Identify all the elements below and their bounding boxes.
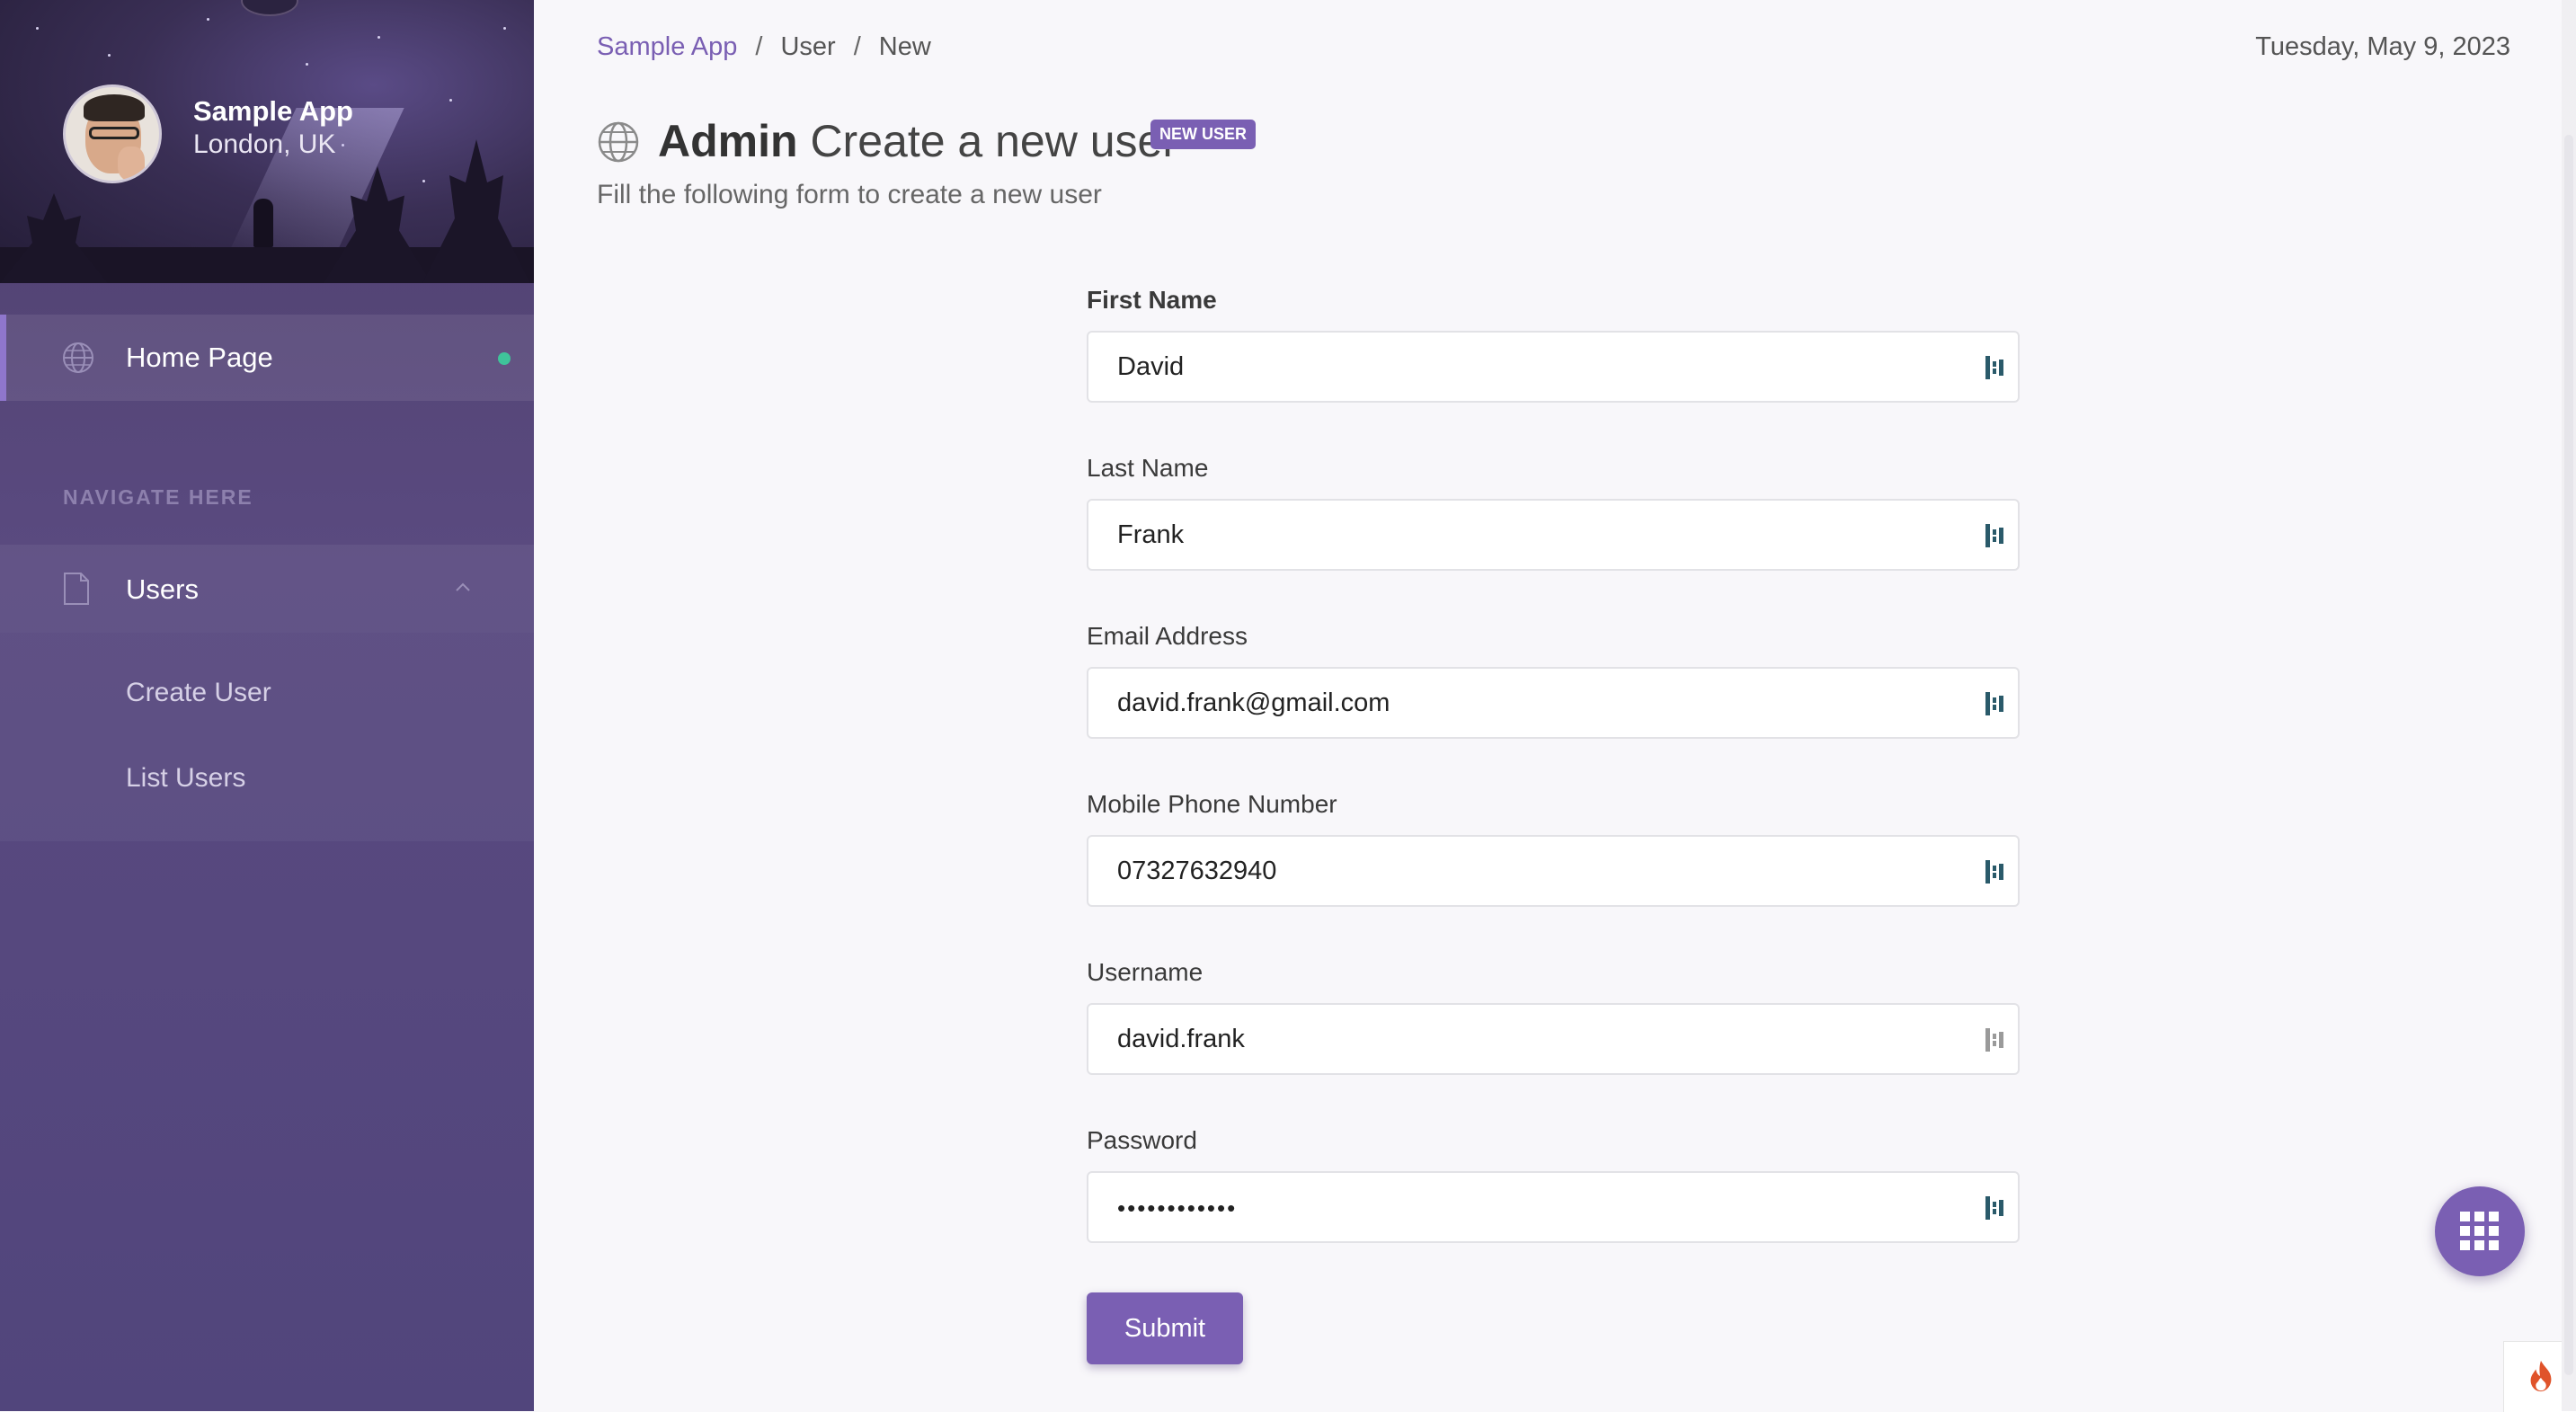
globe-icon <box>63 342 93 373</box>
input-value: david.frank <box>1117 1025 1245 1053</box>
sidebar-item-home[interactable]: Home Page <box>0 315 534 401</box>
last-name-field: Last Name Frank <box>1087 454 2020 571</box>
input-value: Frank <box>1117 520 1185 549</box>
document-icon <box>64 573 89 605</box>
password-manager-icon[interactable] <box>1984 522 2007 549</box>
grid-menu-icon <box>2460 1212 2499 1250</box>
users-submenu: Create User List Users <box>0 633 534 841</box>
sidebar-item-list-users[interactable]: List Users <box>126 763 245 794</box>
avatar[interactable] <box>63 84 162 183</box>
field-label: Username <box>1087 958 1204 986</box>
sidebar-item-create-user[interactable]: Create User <box>126 678 271 708</box>
sidebar-header: Sample App London, UK <box>0 0 534 283</box>
field-label: Mobile Phone Number <box>1087 790 1337 818</box>
current-date: Tuesday, May 9, 2023 <box>2255 32 2510 61</box>
first-name-input[interactable]: David <box>1087 331 2020 403</box>
title-rest: Create a new user <box>810 116 1177 166</box>
breadcrumb-separator: / <box>755 32 763 61</box>
brand-location: London, UK <box>193 129 336 159</box>
first-name-field: First Name David <box>1087 286 2020 403</box>
flame-icon <box>2530 1360 2552 1392</box>
title-bold: Admin <box>658 116 798 166</box>
nav-section-title: NAVIGATE HERE <box>63 485 253 509</box>
field-label: Password <box>1087 1126 1197 1154</box>
status-dot <box>498 352 511 365</box>
sidebar-item-label: Home Page <box>126 342 273 373</box>
input-value: david.frank@gmail.com <box>1117 688 1390 717</box>
field-label: First Name <box>1087 286 1217 314</box>
breadcrumb-current: New <box>878 32 931 61</box>
scrollbar-thumb[interactable] <box>2564 135 2573 1375</box>
status-badge: NEW USER <box>1150 120 1257 149</box>
email-input[interactable]: david.frank@gmail.com <box>1087 667 2020 739</box>
field-label: Last Name <box>1087 454 1209 482</box>
password-manager-icon[interactable] <box>1984 1026 2007 1053</box>
input-value: •••••••••••• <box>1117 1194 1238 1221</box>
breadcrumb-link-app[interactable]: Sample App <box>597 32 737 61</box>
password-manager-icon[interactable] <box>1984 690 2007 717</box>
email-field: Email Address david.frank@gmail.com <box>1087 622 2020 739</box>
phone-input[interactable]: 07327632940 <box>1087 835 2020 907</box>
grid-menu-button[interactable] <box>2435 1186 2525 1276</box>
breadcrumb-separator: / <box>853 32 861 61</box>
username-input[interactable]: david.frank <box>1087 1003 2020 1075</box>
sidebar: Sample App London, UK Home Page NAVIGATE… <box>0 0 534 1411</box>
page-subtitle: Fill the following form to create a new … <box>597 180 1102 209</box>
password-field: Password •••••••••••• <box>1087 1126 2020 1243</box>
sidebar-item-label: Users <box>126 573 199 605</box>
field-label: Email Address <box>1087 622 1248 650</box>
brand-name: Sample App <box>193 95 353 127</box>
input-value: 07327632940 <box>1117 857 1277 885</box>
chevron-up-icon[interactable] <box>454 581 472 593</box>
password-manager-icon[interactable] <box>1984 354 2007 381</box>
username-field: Username david.frank <box>1087 958 2020 1075</box>
phone-field: Mobile Phone Number 07327632940 <box>1087 790 2020 907</box>
last-name-input[interactable]: Frank <box>1087 499 2020 571</box>
password-manager-icon[interactable] <box>1984 858 2007 885</box>
breadcrumb: Sample App / User / New <box>597 32 931 62</box>
password-manager-icon[interactable] <box>1984 1194 2007 1221</box>
scrollbar[interactable] <box>2562 0 2576 1411</box>
sidebar-item-users[interactable]: Users <box>0 545 534 633</box>
breadcrumb-user: User <box>780 32 836 61</box>
input-value: David <box>1117 352 1185 381</box>
submit-button[interactable]: Submit <box>1087 1292 1243 1364</box>
password-input[interactable]: •••••••••••• <box>1087 1171 2020 1243</box>
globe-icon <box>598 121 639 163</box>
